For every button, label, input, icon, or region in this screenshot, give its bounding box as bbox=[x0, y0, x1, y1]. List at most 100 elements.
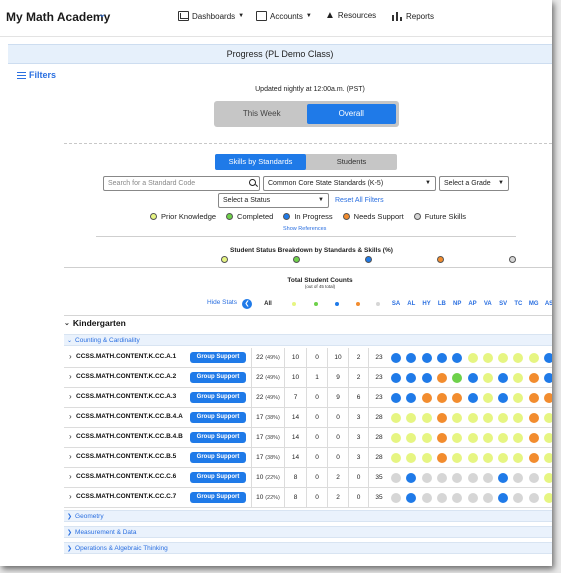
student-status-dot[interactable] bbox=[544, 433, 552, 443]
group-measurement-data[interactable]: ❯ Measurement & Data bbox=[64, 526, 552, 538]
group-support-button[interactable]: Group Support bbox=[190, 392, 246, 403]
student-status-dot[interactable] bbox=[513, 473, 524, 483]
hide-stats-link[interactable]: Hide Stats bbox=[207, 299, 237, 306]
student-status-dot[interactable] bbox=[528, 353, 539, 363]
student-status-dot[interactable] bbox=[391, 433, 401, 443]
standard-code[interactable]: CCSS.MATH.CONTENT.K.CC.C.6 bbox=[76, 473, 176, 480]
nav-dashboards[interactable]: Dashboards ▼ bbox=[178, 11, 244, 21]
student-status-dot[interactable] bbox=[498, 353, 509, 363]
group-counting-cardinality[interactable]: ⌄ Counting & Cardinality bbox=[64, 334, 552, 346]
student-status-dot[interactable] bbox=[452, 353, 463, 363]
student-status-dot[interactable] bbox=[406, 393, 417, 403]
reset-filters-link[interactable]: Reset All Filters bbox=[335, 197, 384, 204]
student-column-header[interactable]: AS bbox=[542, 301, 552, 307]
student-status-dot[interactable] bbox=[544, 393, 552, 403]
student-status-dot[interactable] bbox=[467, 413, 478, 423]
group-support-button[interactable]: Group Support bbox=[190, 412, 246, 423]
standard-code[interactable]: CCSS.MATH.CONTENT.K.CC.A.2 bbox=[76, 373, 176, 380]
student-column-header[interactable]: LB bbox=[435, 301, 449, 307]
student-status-dot[interactable] bbox=[544, 453, 552, 463]
student-status-dot[interactable] bbox=[391, 453, 401, 463]
student-status-dot[interactable] bbox=[452, 393, 463, 403]
student-status-dot[interactable] bbox=[544, 473, 552, 483]
student-status-dot[interactable] bbox=[421, 413, 432, 423]
student-status-dot[interactable] bbox=[467, 453, 478, 463]
student-status-dot[interactable] bbox=[544, 493, 552, 503]
chevron-right-icon[interactable]: › bbox=[69, 452, 72, 461]
student-status-dot[interactable] bbox=[513, 373, 524, 383]
student-status-dot[interactable] bbox=[482, 493, 493, 503]
student-status-dot[interactable] bbox=[544, 353, 552, 363]
tab-this-week[interactable]: This Week bbox=[217, 104, 307, 124]
standard-code[interactable]: CCSS.MATH.CONTENT.K.CC.B.4.A bbox=[76, 413, 183, 420]
student-status-dot[interactable] bbox=[498, 393, 509, 403]
student-status-dot[interactable] bbox=[452, 453, 463, 463]
student-column-header[interactable]: SV bbox=[496, 301, 510, 307]
student-status-dot[interactable] bbox=[482, 393, 493, 403]
group-support-button[interactable]: Group Support bbox=[190, 432, 246, 443]
chevron-right-icon[interactable]: › bbox=[69, 412, 72, 421]
chevron-right-icon[interactable]: › bbox=[69, 472, 72, 481]
student-status-dot[interactable] bbox=[406, 413, 417, 423]
nav-accounts[interactable]: Accounts ▼ bbox=[256, 11, 312, 21]
student-status-dot[interactable] bbox=[391, 493, 401, 503]
grade-select[interactable]: Select a Grade ▼ bbox=[439, 176, 509, 191]
student-status-dot[interactable] bbox=[467, 373, 478, 383]
student-status-dot[interactable] bbox=[436, 393, 447, 403]
student-status-dot[interactable] bbox=[498, 433, 509, 443]
student-status-dot[interactable] bbox=[498, 493, 509, 503]
student-status-dot[interactable] bbox=[436, 453, 447, 463]
student-status-dot[interactable] bbox=[406, 453, 417, 463]
student-status-dot[interactable] bbox=[436, 373, 447, 383]
student-status-dot[interactable] bbox=[498, 453, 509, 463]
group-support-button[interactable]: Group Support bbox=[190, 452, 246, 463]
student-status-dot[interactable] bbox=[513, 413, 524, 423]
standard-code[interactable]: CCSS.MATH.CONTENT.K.CC.B.4.B bbox=[76, 433, 183, 440]
student-status-dot[interactable] bbox=[421, 493, 432, 503]
search-icon[interactable] bbox=[249, 179, 256, 186]
student-status-dot[interactable] bbox=[452, 493, 463, 503]
status-select[interactable]: Select a Status ▼ bbox=[218, 193, 329, 208]
standard-select[interactable]: Common Core State Standards (K-5) ▼ bbox=[263, 176, 436, 191]
student-status-dot[interactable] bbox=[513, 453, 524, 463]
student-status-dot[interactable] bbox=[391, 373, 401, 383]
standard-search-input[interactable]: Search for a Standard Code bbox=[103, 176, 260, 191]
student-status-dot[interactable] bbox=[421, 353, 432, 363]
student-status-dot[interactable] bbox=[513, 433, 524, 443]
standard-code[interactable]: CCSS.MATH.CONTENT.K.CC.A.1 bbox=[76, 353, 176, 360]
student-status-dot[interactable] bbox=[391, 413, 401, 423]
student-status-dot[interactable] bbox=[406, 433, 417, 443]
student-status-dot[interactable] bbox=[391, 473, 401, 483]
group-support-button[interactable]: Group Support bbox=[190, 492, 246, 503]
student-status-dot[interactable] bbox=[482, 373, 493, 383]
student-status-dot[interactable] bbox=[436, 493, 447, 503]
standard-code[interactable]: CCSS.MATH.CONTENT.K.CC.B.5 bbox=[76, 453, 176, 460]
student-status-dot[interactable] bbox=[452, 433, 463, 443]
chevron-right-icon[interactable]: › bbox=[69, 432, 72, 441]
student-column-header[interactable]: TC bbox=[511, 301, 525, 307]
student-column-header[interactable]: VA bbox=[481, 301, 495, 307]
student-status-dot[interactable] bbox=[436, 413, 447, 423]
student-status-dot[interactable] bbox=[528, 493, 539, 503]
student-status-dot[interactable] bbox=[544, 413, 552, 423]
student-status-dot[interactable] bbox=[528, 433, 539, 443]
student-status-dot[interactable] bbox=[421, 473, 432, 483]
student-status-dot[interactable] bbox=[513, 493, 524, 503]
student-column-header[interactable]: HY bbox=[420, 301, 434, 307]
tab-overall[interactable]: Overall bbox=[306, 104, 396, 124]
student-status-dot[interactable] bbox=[513, 393, 524, 403]
student-status-dot[interactable] bbox=[482, 353, 493, 363]
chevron-right-icon[interactable]: › bbox=[69, 352, 72, 361]
standard-code[interactable]: CCSS.MATH.CONTENT.K.CC.A.3 bbox=[76, 393, 176, 400]
tab-skills-by-standards[interactable]: Skills by Standards bbox=[215, 154, 306, 170]
student-status-dot[interactable] bbox=[452, 413, 463, 423]
student-status-dot[interactable] bbox=[528, 453, 539, 463]
standard-code[interactable]: CCSS.MATH.CONTENT.K.CC.C.7 bbox=[76, 493, 176, 500]
student-status-dot[interactable] bbox=[436, 433, 447, 443]
group-support-button[interactable]: Group Support bbox=[190, 372, 246, 383]
student-status-dot[interactable] bbox=[482, 473, 493, 483]
brand-logo[interactable]: My Math Academy bbox=[6, 10, 110, 24]
chevron-right-icon[interactable]: › bbox=[69, 392, 72, 401]
student-status-dot[interactable] bbox=[467, 353, 478, 363]
student-status-dot[interactable] bbox=[421, 393, 432, 403]
